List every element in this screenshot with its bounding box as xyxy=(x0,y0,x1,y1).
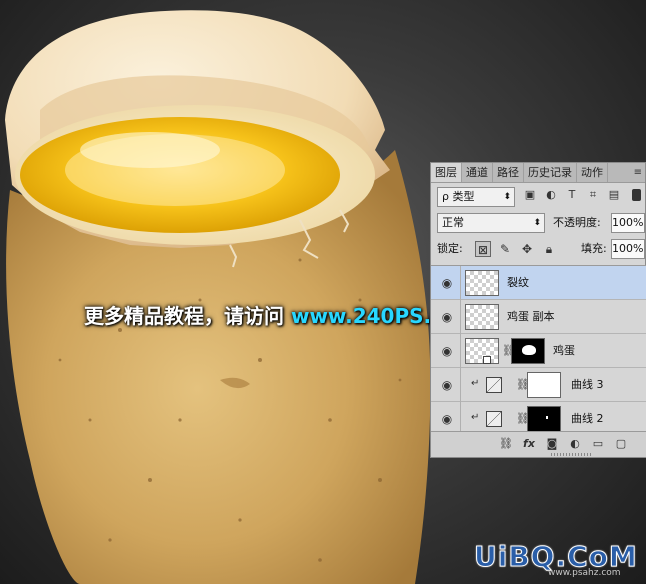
visibility-eye-icon[interactable]: ◉ xyxy=(435,410,459,428)
mask-icon[interactable]: ◙ xyxy=(545,436,559,452)
clipping-arrow-icon: ↵ xyxy=(471,412,480,423)
lock-transparent-icon[interactable]: ⊠ xyxy=(475,241,491,257)
link-icon[interactable]: ⛓ xyxy=(499,436,513,452)
opacity-field[interactable]: 100% xyxy=(611,213,645,233)
layer-name: 曲线 3 xyxy=(571,378,604,391)
blend-row: 正常 ⬍ 不透明度: 100% xyxy=(431,211,646,235)
lock-paint-icon[interactable]: ✎ xyxy=(497,241,513,257)
new-layer-icon[interactable]: ▢ xyxy=(614,436,628,452)
lock-position-icon[interactable]: ✥ xyxy=(519,241,535,257)
promo-text: 更多精品教程，请访问 xyxy=(84,304,284,328)
adjustment-icon[interactable]: ◐ xyxy=(544,188,558,202)
bottom-icons: ⛓ fx ◙ ◐ ▭ ▢ xyxy=(499,436,628,452)
filter-icons: ▣ ◐ T ⌗ ▤ xyxy=(523,188,621,202)
layer-name: 鸡蛋 xyxy=(553,344,575,357)
layer-mask-thumbnail[interactable] xyxy=(527,406,561,432)
blend-mode-select[interactable]: 正常 ⬍ xyxy=(437,213,545,233)
layer-row-curves-3[interactable]: ◉ ↵ ⛓ 曲线 3 xyxy=(431,368,646,402)
layer-mask-thumbnail[interactable] xyxy=(511,338,545,364)
visibility-eye-icon[interactable]: ◉ xyxy=(435,376,459,394)
site-watermark-sub: www.psahz.com xyxy=(548,568,621,578)
layer-thumbnail xyxy=(465,338,499,364)
smart-object-icon[interactable]: ▤ xyxy=(607,188,621,202)
layer-list: ◉ 裂纹 ◉ 鸡蛋 副本 ◉ ⛓ 鸡蛋 ◉ ↵ ⛓ 曲线 3 ◉ ↵ ⛓ 曲线 … xyxy=(431,265,646,437)
layer-name: 裂纹 xyxy=(507,276,529,289)
panel-menu-icon[interactable]: ≡ xyxy=(631,163,645,182)
image-icon[interactable]: ▣ xyxy=(523,188,537,202)
fx-icon[interactable]: fx xyxy=(522,436,536,452)
layer-filter-select[interactable]: ρ 类型 ⬍ xyxy=(437,187,515,207)
layer-mask-thumbnail[interactable] xyxy=(527,372,561,398)
select-arrow-icon: ⬍ xyxy=(503,192,511,202)
layer-row-cracks[interactable]: ◉ 裂纹 xyxy=(431,266,646,300)
select-arrow-icon: ⬍ xyxy=(533,218,541,228)
lock-all-icon[interactable]: 🔒︎ xyxy=(541,241,557,257)
type-icon[interactable]: T xyxy=(565,188,579,202)
visibility-eye-icon[interactable]: ◉ xyxy=(435,308,459,326)
layer-name: 曲线 2 xyxy=(571,412,604,425)
panel-tab-bar: 图层 通道 路径 历史记录 动作 ≡ xyxy=(431,163,645,183)
layer-row-egg[interactable]: ◉ ⛓ 鸡蛋 xyxy=(431,334,646,368)
tab-paths[interactable]: 路径 xyxy=(493,163,524,182)
resize-grip[interactable] xyxy=(551,453,591,456)
tab-channels[interactable]: 通道 xyxy=(462,163,493,182)
layer-name: 鸡蛋 副本 xyxy=(507,310,555,323)
visibility-eye-icon[interactable]: ◉ xyxy=(435,342,459,360)
visibility-eye-icon[interactable]: ◉ xyxy=(435,274,459,292)
adjustment-layer-icon[interactable]: ◐ xyxy=(568,436,582,452)
layer-filter-label: ρ 类型 xyxy=(442,190,475,203)
lock-icons: ⊠ ✎ ✥ 🔒︎ xyxy=(475,241,557,257)
layer-thumbnail xyxy=(465,270,499,296)
promo-overlay-text: 更多精品教程，请访问 www.240PS.com xyxy=(84,300,478,329)
smart-object-badge-icon xyxy=(483,356,491,364)
opacity-label: 不透明度: xyxy=(553,216,601,229)
curves-adjustment-icon xyxy=(486,411,502,427)
clipping-arrow-icon: ↵ xyxy=(471,378,480,389)
lock-row: 锁定: ⊠ ✎ ✥ 🔒︎ 填充: 100% xyxy=(431,239,646,263)
fill-label: 填充: xyxy=(581,242,607,255)
layers-panel: 图层 通道 路径 历史记录 动作 ≡ ρ 类型 ⬍ ▣ ◐ T ⌗ ▤ 正常 ⬍… xyxy=(430,162,646,458)
layer-thumbnail xyxy=(465,304,499,330)
filter-toggle-switch[interactable] xyxy=(632,189,641,201)
tab-actions[interactable]: 动作 xyxy=(577,163,608,182)
lock-label: 锁定: xyxy=(437,242,463,255)
curves-adjustment-icon xyxy=(486,377,502,393)
fill-field[interactable]: 100% xyxy=(611,239,645,259)
shape-icon[interactable]: ⌗ xyxy=(586,188,600,202)
tab-layers[interactable]: 图层 xyxy=(431,163,462,182)
layers-bottom-toolbar: ⛓ fx ◙ ◐ ▭ ▢ xyxy=(431,431,646,457)
group-folder-icon[interactable]: ▭ xyxy=(591,436,605,452)
tab-history[interactable]: 历史记录 xyxy=(524,163,577,182)
blend-mode-value: 正常 xyxy=(442,216,464,229)
layer-row-egg-copy[interactable]: ◉ 鸡蛋 副本 xyxy=(431,300,646,334)
filter-row: ρ 类型 ⬍ ▣ ◐ T ⌗ ▤ xyxy=(431,185,646,209)
